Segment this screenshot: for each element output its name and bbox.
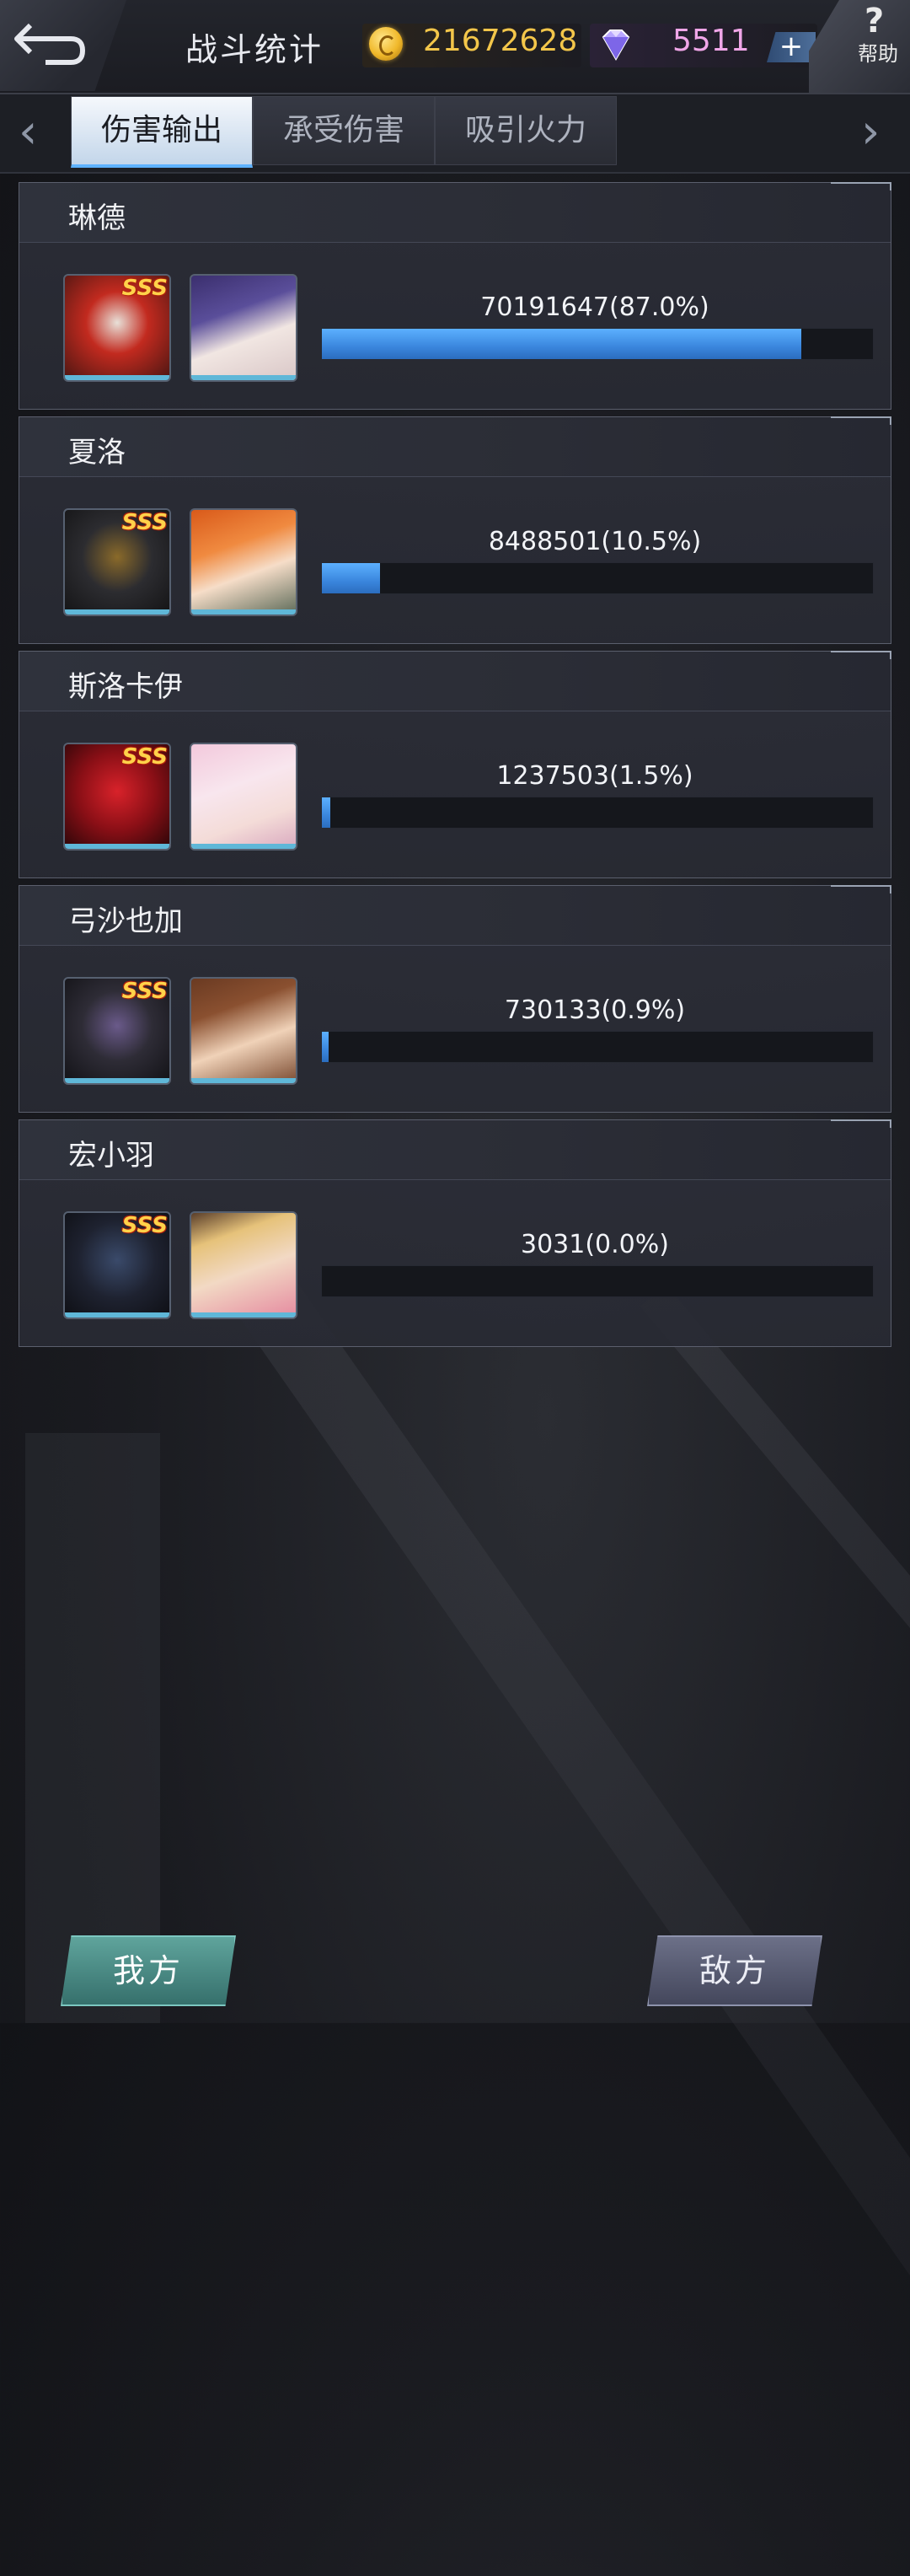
page-title: 战斗统计 xyxy=(185,31,324,68)
damage-bar-fill xyxy=(322,329,801,359)
damage-bar-fill xyxy=(322,797,330,828)
mech-portrait[interactable]: SSS xyxy=(63,743,171,851)
back-button[interactable] xyxy=(0,0,126,91)
damage-value: 8488501(10.5%) xyxy=(488,527,702,556)
help-label: 帮助 xyxy=(858,42,898,66)
coin-count: 21672628 xyxy=(423,24,578,58)
damage-bar xyxy=(321,328,874,360)
mech-portrait[interactable]: SSS xyxy=(63,977,171,1085)
damage-bar xyxy=(321,562,874,594)
damage-bar-fill xyxy=(322,563,380,593)
sss-rank-badge: SSS xyxy=(121,979,168,1004)
mech-portrait[interactable]: SSS xyxy=(63,508,171,616)
damage-bar-fill xyxy=(322,1032,329,1062)
our-side-button[interactable]: 我方 xyxy=(61,1935,236,2006)
tab-bar: ‹ 伤害输出 承受伤害 吸引火力 › xyxy=(0,94,910,174)
list-item: 斯洛卡伊 SSS 1237503(1.5%) xyxy=(19,651,891,878)
list-item: 宏小羽 SSS 3031(0.0%) xyxy=(19,1119,891,1347)
list-item: 弓沙也加 SSS 730133(0.9%) xyxy=(19,885,891,1113)
card-corner-decoration xyxy=(831,651,891,659)
diamond-gem-icon xyxy=(602,30,630,62)
card-header xyxy=(19,417,891,477)
damage-bar xyxy=(321,1265,874,1297)
mech-portrait[interactable]: SSS xyxy=(63,274,171,382)
enemy-side-button[interactable]: 敌方 xyxy=(647,1935,822,2006)
pilot-portrait[interactable] xyxy=(190,1211,297,1319)
sss-rank-badge: SSS xyxy=(121,744,168,770)
player-name: 宏小羽 xyxy=(68,1139,154,1173)
sss-rank-badge: SSS xyxy=(121,1213,168,1238)
player-name: 夏洛 xyxy=(68,436,126,470)
sss-rank-badge: SSS xyxy=(121,510,168,535)
damage-value: 3031(0.0%) xyxy=(521,1230,669,1259)
top-bar: 战斗统计 21672628 5511 + ? 帮助 xyxy=(0,0,910,94)
card-corner-decoration xyxy=(831,1119,891,1128)
damage-bar xyxy=(321,1031,874,1063)
tab-damage-taken[interactable]: 承受伤害 xyxy=(253,96,435,165)
back-arrow-icon xyxy=(14,23,86,65)
damage-value: 70191647(87.0%) xyxy=(480,292,709,322)
pilot-portrait[interactable] xyxy=(190,274,297,382)
tab-prev-arrow-icon[interactable]: ‹ xyxy=(19,109,37,156)
pilot-portrait[interactable] xyxy=(190,743,297,851)
pilot-portrait[interactable] xyxy=(190,977,297,1085)
list-item: 琳德 SSS 70191647(87.0%) xyxy=(19,182,891,410)
tab-damage-output[interactable]: 伤害输出 xyxy=(71,96,253,168)
card-corner-decoration xyxy=(831,182,891,191)
player-name: 斯洛卡伊 xyxy=(68,670,183,704)
mech-portrait[interactable]: SSS xyxy=(63,1211,171,1319)
damage-value: 1237503(1.5%) xyxy=(496,761,693,791)
player-name: 弓沙也加 xyxy=(68,904,183,938)
tab-draw-fire[interactable]: 吸引火力 xyxy=(435,96,617,165)
gold-coin-icon xyxy=(369,27,403,61)
player-name: 琳德 xyxy=(68,201,126,235)
card-corner-decoration xyxy=(831,416,891,425)
gem-count: 5511 xyxy=(672,24,750,58)
help-icon: ? xyxy=(864,2,885,40)
card-corner-decoration xyxy=(831,885,891,894)
damage-value: 730133(0.9%) xyxy=(504,996,686,1025)
tab-next-arrow-icon[interactable]: › xyxy=(861,109,880,156)
card-header xyxy=(19,183,891,243)
sss-rank-badge: SSS xyxy=(121,276,168,301)
pilot-portrait[interactable] xyxy=(190,508,297,616)
list-item: 夏洛 SSS 8488501(10.5%) xyxy=(19,416,891,644)
damage-bar xyxy=(321,797,874,829)
